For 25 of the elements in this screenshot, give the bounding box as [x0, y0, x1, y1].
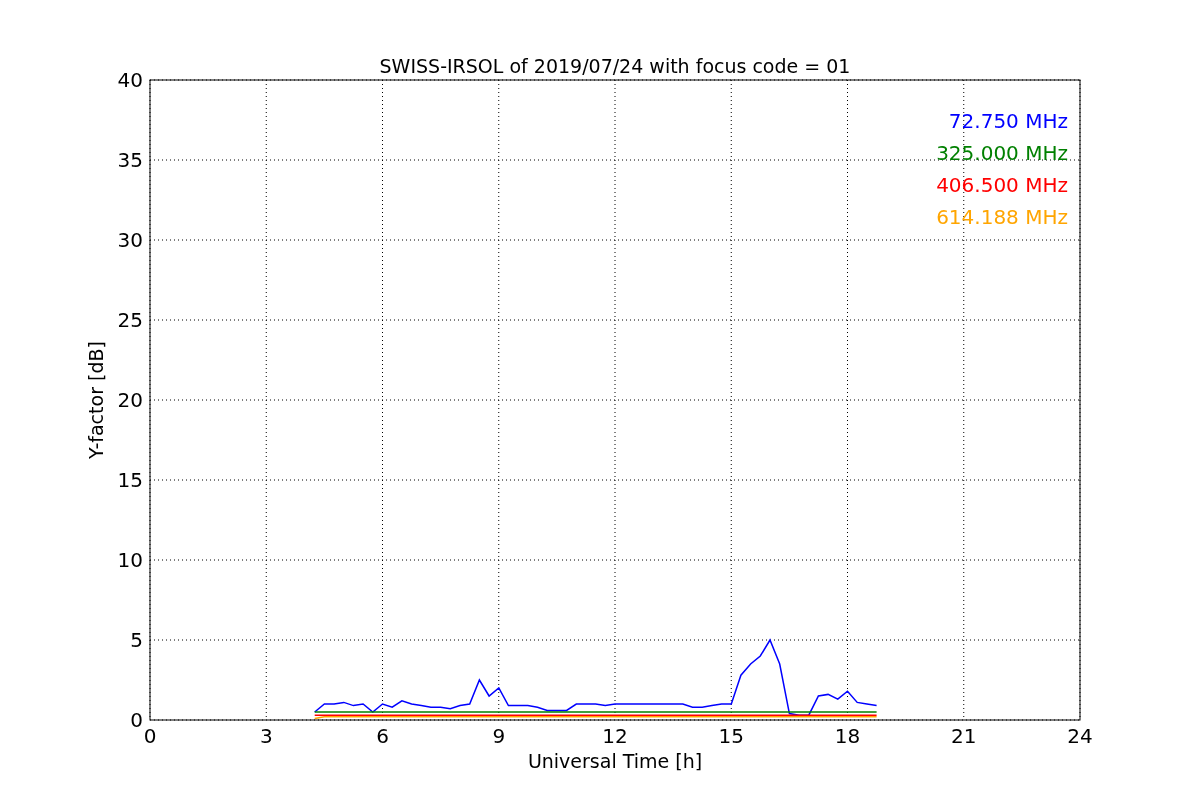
y-tick-label: 10: [117, 548, 143, 572]
y-tick-label: 15: [117, 468, 143, 492]
chart-title: SWISS-IRSOL of 2019/07/24 with focus code = 01: [379, 55, 851, 77]
y-tick-label: 5: [130, 628, 143, 652]
x-tick-label: 12: [602, 724, 628, 748]
legend-label: 614.188 MHz: [936, 205, 1068, 229]
x-tick-label: 6: [376, 724, 389, 748]
x-tick-label: 9: [492, 724, 506, 748]
y-axis-label: Y-factor [dB]: [85, 341, 107, 459]
legend-label: 325.000 MHz: [936, 141, 1068, 165]
x-tick-label: 0: [143, 724, 157, 748]
x-tick-label: 3: [259, 724, 273, 748]
x-tick-label: 21: [951, 724, 977, 748]
y-tick-label: 35: [117, 148, 143, 172]
y-tick-label: 25: [117, 308, 143, 332]
x-axis-label: Universal Time [h]: [527, 750, 703, 772]
y-tick-label: 30: [117, 228, 143, 252]
legend-label: 72.750 MHz: [948, 109, 1068, 133]
y-tick-label: 20: [117, 388, 143, 412]
legend-label: 406.500 MHz: [936, 173, 1068, 197]
x-tick-label: 18: [834, 724, 861, 748]
x-tick-label: 24: [1067, 724, 1093, 748]
y-tick-label: 0: [130, 708, 143, 732]
x-tick-label: 15: [718, 724, 744, 748]
y-tick-label: 40: [117, 68, 143, 92]
